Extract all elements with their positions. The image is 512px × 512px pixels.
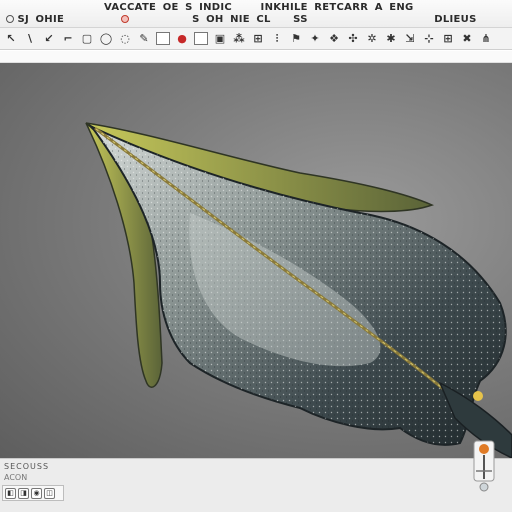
- view-controls-panel: ◧ ◨ ◉ ◫: [2, 485, 64, 501]
- menu-item-9[interactable]: SJ: [17, 14, 29, 25]
- fork-tool-icon[interactable]: ⋔: [477, 31, 495, 47]
- cross-tool-icon[interactable]: ✣: [344, 31, 362, 47]
- view-target-icon[interactable]: ◉: [31, 487, 42, 499]
- resize-tool-icon[interactable]: ⇲: [401, 31, 419, 47]
- menu-bar: VACCATE OE S INDIC INKHILE RETCARR A ENG…: [0, 0, 512, 28]
- scatter-tool-icon[interactable]: ⁂: [230, 31, 248, 47]
- tip-marker: [473, 391, 483, 401]
- page-tool-icon[interactable]: [194, 32, 208, 45]
- lasso-tool-icon[interactable]: ◌: [116, 31, 134, 47]
- pen-tool-icon[interactable]: ✎: [135, 31, 153, 47]
- view-right-icon[interactable]: ◨: [18, 487, 29, 499]
- arrow-tool-icon[interactable]: ↙: [40, 31, 58, 47]
- menu-item-3[interactable]: S: [185, 2, 193, 13]
- status-bar: SECOUSS ACON ◧ ◨ ◉ ◫: [0, 440, 512, 512]
- leaf-model: [85, 122, 512, 458]
- menu-item-15[interactable]: SS: [293, 14, 308, 25]
- view-left-icon[interactable]: ◧: [5, 487, 16, 499]
- window-icon[interactable]: [6, 15, 14, 23]
- menu-item-4[interactable]: INDIC: [199, 2, 232, 13]
- menu-item-1[interactable]: VACCATE: [104, 2, 156, 13]
- delete-tool-icon[interactable]: ✖: [458, 31, 476, 47]
- 3d-viewport[interactable]: [0, 63, 512, 458]
- menu-item-11[interactable]: S: [192, 14, 200, 25]
- menu-item-16[interactable]: DLIEUS: [434, 14, 476, 25]
- menu-item-13[interactable]: NIE: [230, 14, 250, 25]
- record-icon[interactable]: [120, 15, 129, 23]
- menu-item-8[interactable]: ENG: [389, 2, 413, 13]
- sparkle-tool-icon[interactable]: ✦: [306, 31, 324, 47]
- view-split-icon[interactable]: ◫: [44, 487, 55, 499]
- menu-item-14[interactable]: CL: [256, 14, 270, 25]
- select-tool-icon[interactable]: ↖: [2, 31, 20, 47]
- tool-bar: ↖ \ ↙ ⌐ ▢ ◯ ◌ ✎ ● ▣ ⁂ ⊞ ⫶ ⚑ ✦ ❖ ✣ ✲ ✱ ⇲ …: [0, 28, 512, 50]
- rectangle-tool-icon[interactable]: ▢: [78, 31, 96, 47]
- status-line-2: ACON: [4, 473, 28, 482]
- corner-tool-icon[interactable]: ⌐: [59, 31, 77, 47]
- table-tool-icon[interactable]: ⊞: [249, 31, 267, 47]
- record-tool-icon[interactable]: ●: [173, 31, 191, 47]
- line-tool-icon[interactable]: \: [21, 31, 39, 47]
- column-tool-icon[interactable]: ⫶: [268, 31, 286, 47]
- menu-item-6[interactable]: RETCARR: [314, 2, 368, 13]
- axis-gizmo-icon[interactable]: [464, 435, 504, 501]
- menu-row-top: VACCATE OE S INDIC INKHILE RETCARR A ENG: [104, 2, 417, 13]
- flag-tool-icon[interactable]: ⚑: [287, 31, 305, 47]
- grid2-tool-icon[interactable]: ⊞: [439, 31, 457, 47]
- star-tool-icon[interactable]: ✲: [363, 31, 381, 47]
- move-tool-icon[interactable]: ⊹: [420, 31, 438, 47]
- diamond-tool-icon[interactable]: ❖: [325, 31, 343, 47]
- grid-tool-icon[interactable]: ▣: [211, 31, 229, 47]
- ruler-strip: [0, 51, 512, 63]
- asterisk-tool-icon[interactable]: ✱: [382, 31, 400, 47]
- menu-item-5[interactable]: INKHILE: [261, 2, 308, 13]
- menu-item-2[interactable]: OE: [163, 2, 179, 13]
- ellipse-tool-icon[interactable]: ◯: [97, 31, 115, 47]
- menu-item-12[interactable]: OH: [206, 14, 223, 25]
- frame-tool-icon[interactable]: [156, 32, 170, 45]
- menu-item-7[interactable]: A: [375, 2, 383, 13]
- status-line-1: SECOUSS: [4, 462, 50, 471]
- menu-item-10[interactable]: OHIE: [36, 14, 65, 25]
- menu-row-bottom: SJ OHIE S OH NIE CL SS DLIEUS: [6, 14, 480, 25]
